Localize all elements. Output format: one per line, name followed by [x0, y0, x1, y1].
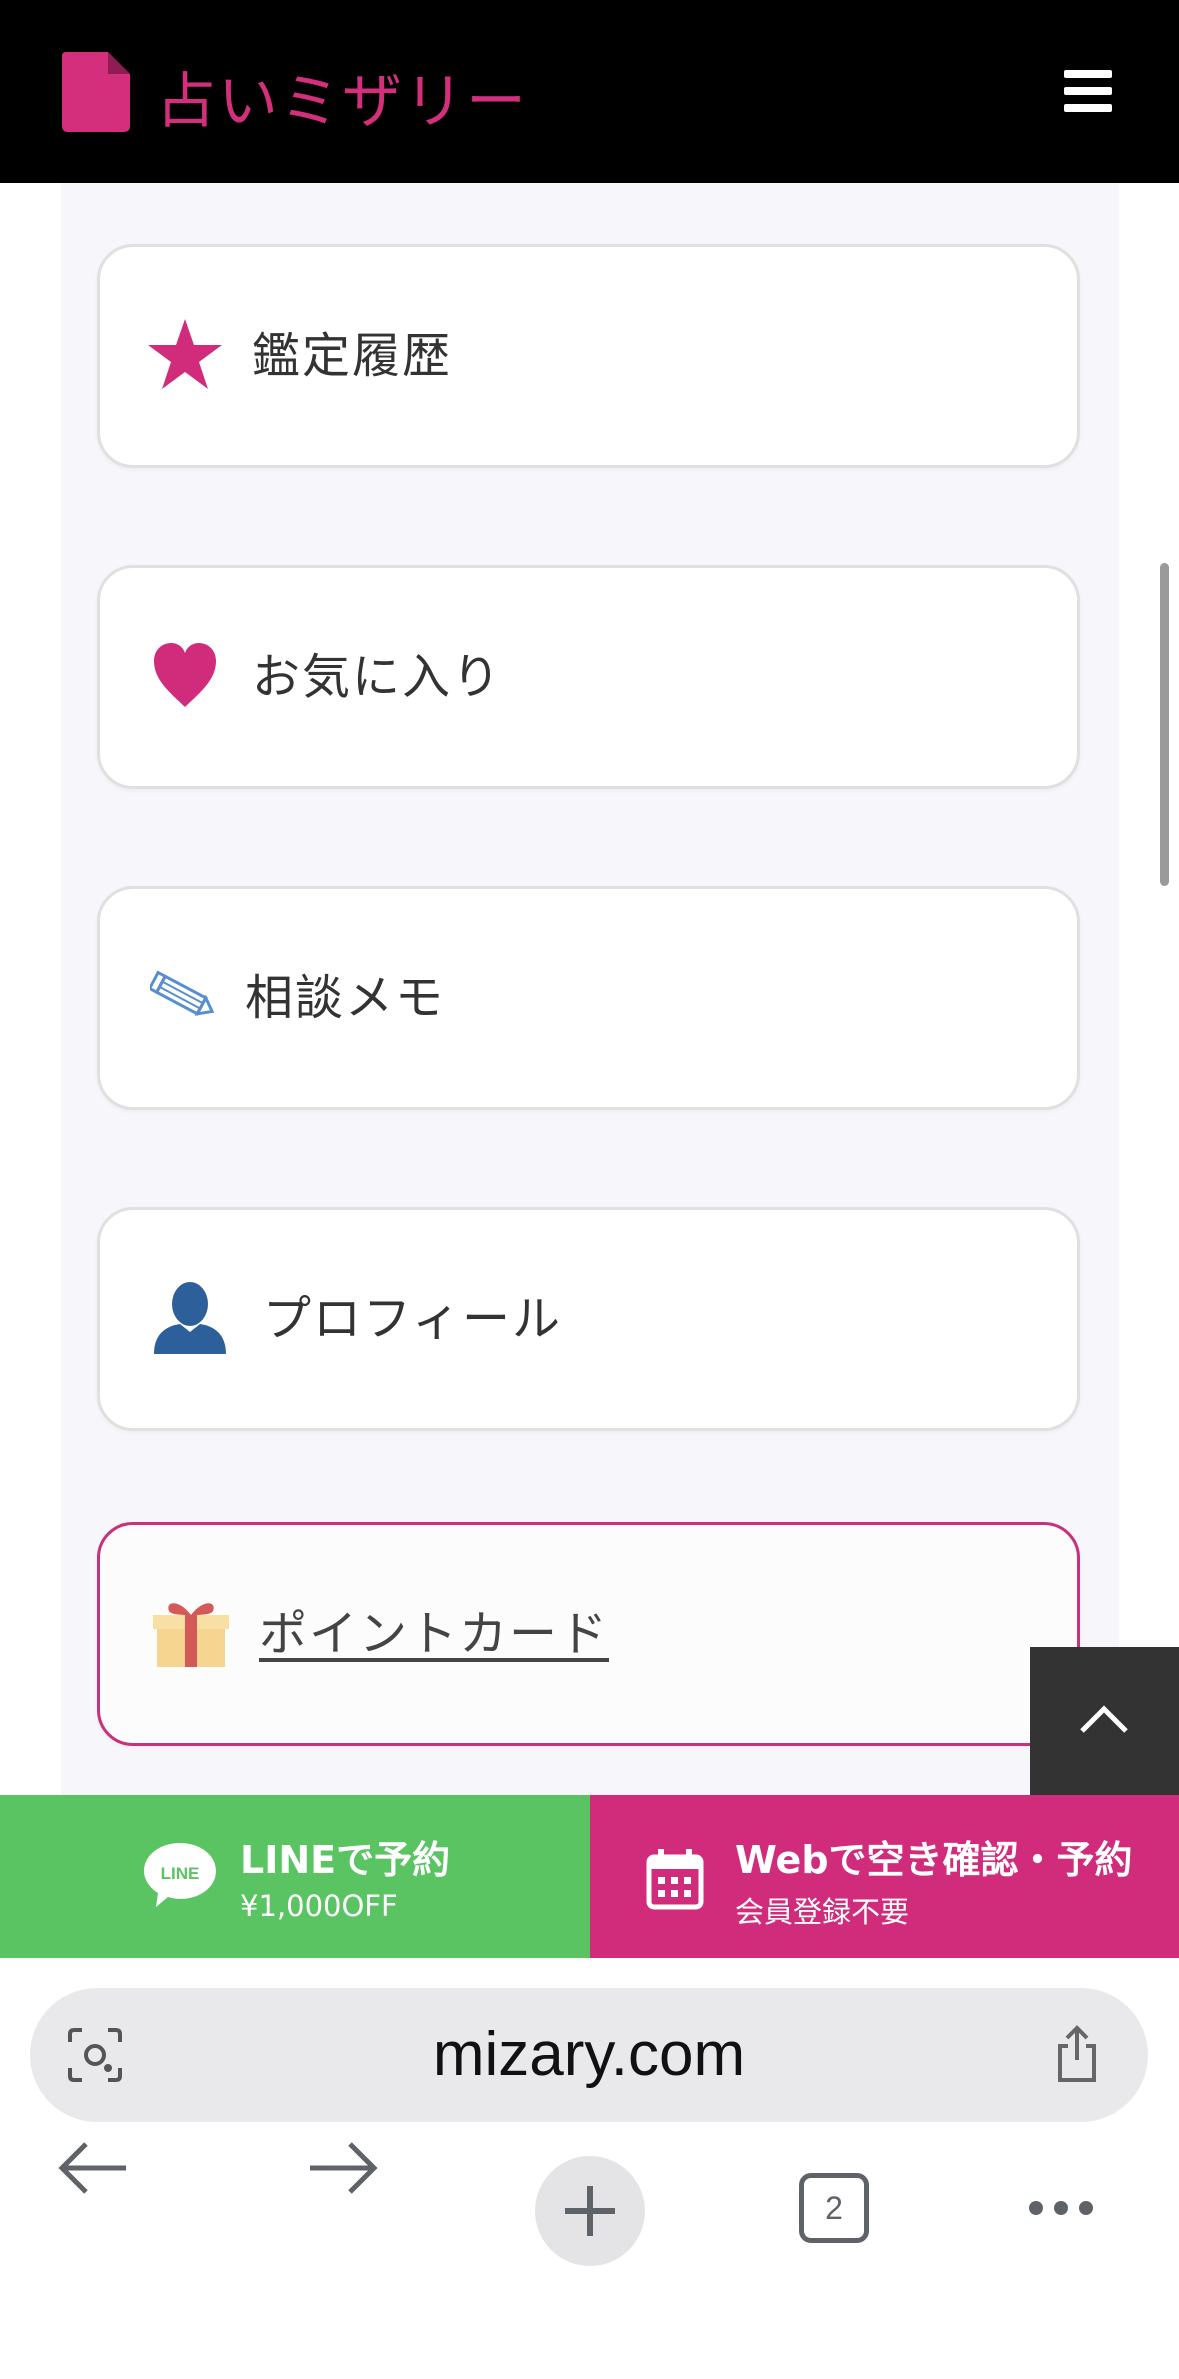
line-discount-label: ¥1,000OFF [240, 1889, 398, 1923]
logo-document-icon[interactable] [62, 52, 130, 136]
web-reserve-button[interactable]: Webで空き確認・予約 会員登録不要 [590, 1795, 1179, 1958]
person-icon [152, 1280, 228, 1358]
new-tab-button[interactable] [535, 2156, 645, 2266]
chevron-up-icon [1080, 1705, 1128, 1733]
tab-switcher-button[interactable]: 2 [799, 2173, 869, 2243]
menu-item-label: ポイントカード [259, 1606, 610, 1662]
menu-item-history[interactable]: 鑑定履歴 [97, 244, 1080, 468]
site-logo[interactable]: 占いミザリー [156, 52, 528, 152]
menu-item-label: 相談メモ [245, 970, 446, 1026]
line-reserve-button[interactable]: LINE LINEで予約 ¥1,000OFF [0, 1795, 590, 1958]
gift-icon [153, 1595, 229, 1673]
menu-item-memo[interactable]: 相談メモ [97, 886, 1080, 1110]
scrollbar-thumb[interactable] [1160, 563, 1169, 886]
star-icon [147, 317, 223, 395]
web-reserve-label: Webで空き確認・予約 [735, 1838, 1133, 1882]
menu-item-label: お気に入り [252, 649, 503, 705]
line-reserve-label: LINEで予約 [240, 1838, 451, 1882]
site-header: 占いミザリー [0, 0, 1179, 183]
calendar-icon [646, 1849, 704, 1910]
browser-toolbar: mizary.com 2 [0, 1958, 1179, 2379]
line-app-icon: LINE [144, 1843, 216, 1907]
more-options-icon[interactable] [1026, 2198, 1096, 2218]
menu-item-point-card[interactable]: ポイントカード [97, 1522, 1080, 1746]
menu-item-profile[interactable]: プロフィール [97, 1207, 1080, 1431]
pencil-icon [147, 969, 216, 1027]
menu-item-label: 鑑定履歴 [252, 328, 453, 384]
heart-icon [152, 641, 218, 713]
menu-item-favorites[interactable]: お気に入り [97, 565, 1080, 789]
address-bar[interactable]: mizary.com [30, 1988, 1148, 2122]
plus-icon [565, 2186, 615, 2236]
back-to-top-button[interactable] [1030, 1647, 1179, 1795]
share-icon[interactable] [1052, 2024, 1102, 2084]
menu-item-label: プロフィール [263, 1291, 563, 1347]
hamburger-menu-icon[interactable] [1064, 70, 1112, 112]
svg-text:LINE: LINE [161, 1864, 200, 1883]
url-text[interactable]: mizary.com [30, 1988, 1148, 2122]
no-registration-label: 会員登録不要 [735, 1895, 910, 1929]
forward-arrow-icon[interactable] [304, 2138, 380, 2198]
back-arrow-icon[interactable] [56, 2138, 132, 2198]
